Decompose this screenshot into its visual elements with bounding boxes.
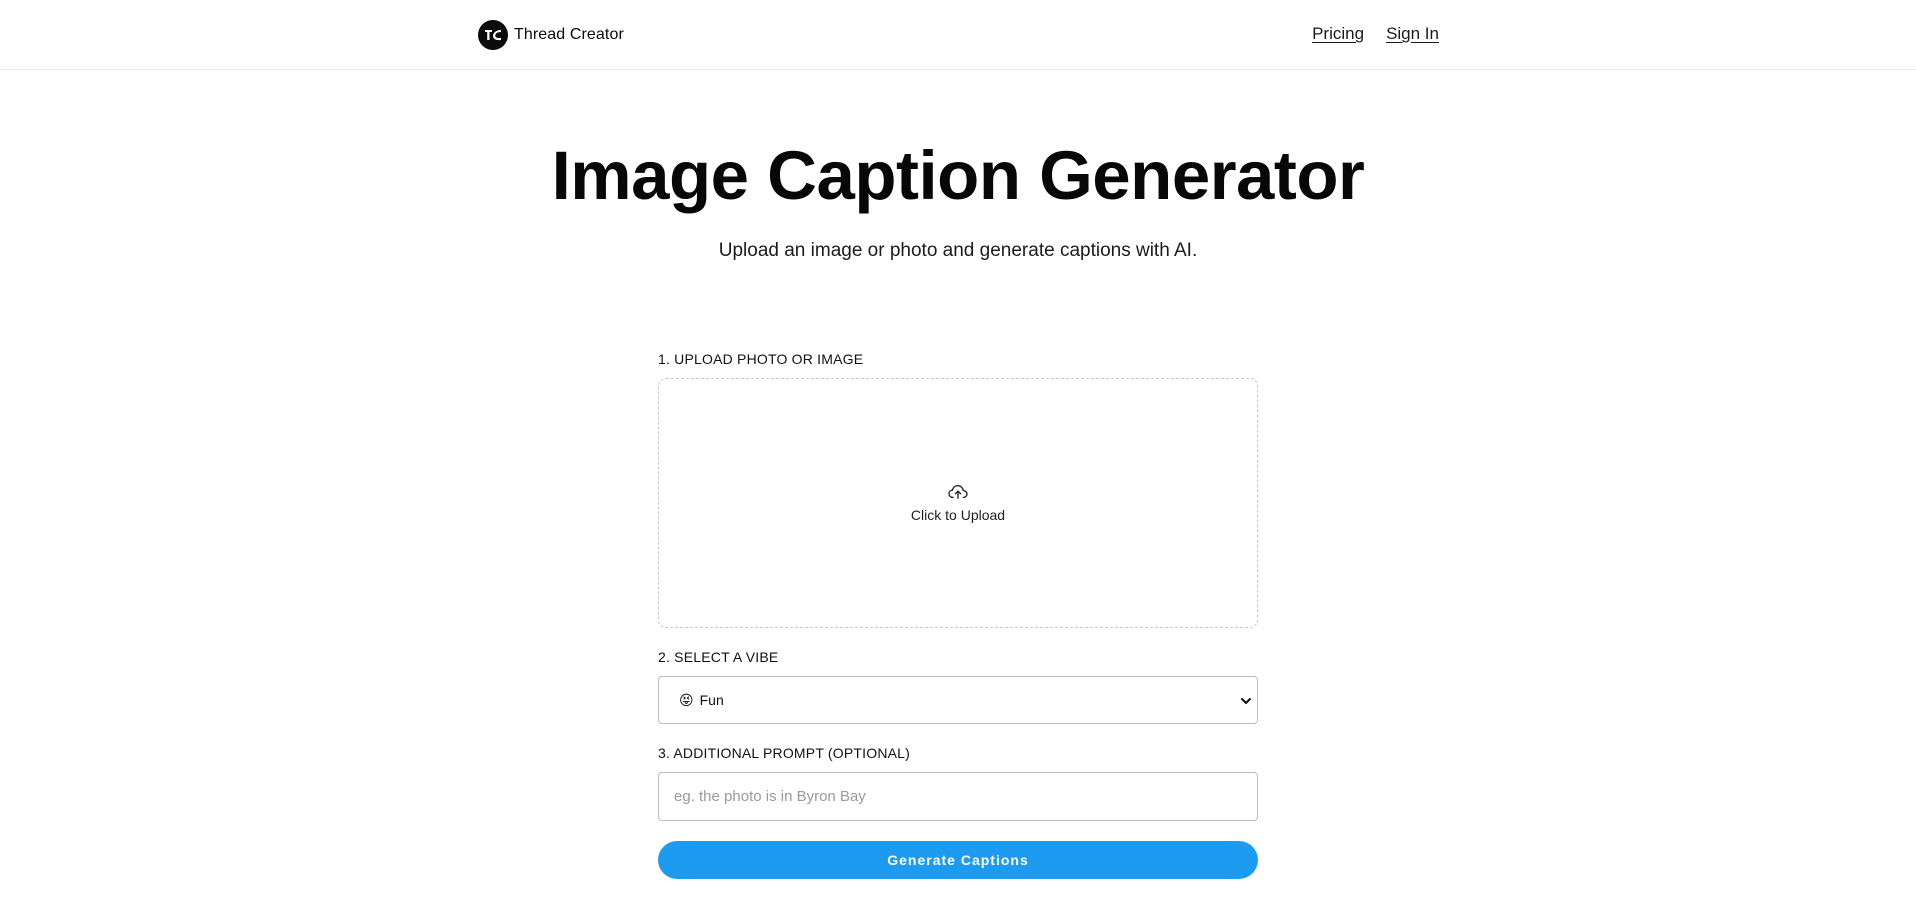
generate-captions-button[interactable]: Generate Captions xyxy=(658,841,1258,879)
vibe-label: 2. SELECT A VIBE xyxy=(658,649,779,665)
cloud-upload-icon xyxy=(948,485,968,499)
chevron-down-icon xyxy=(1241,698,1251,704)
pricing-link[interactable]: Pricing xyxy=(1312,24,1364,44)
upload-label: 1. UPLOAD PHOTO OR IMAGE xyxy=(658,351,864,367)
prompt-label: 3. ADDITIONAL PROMPT (OPTIONAL) xyxy=(658,745,911,761)
brand[interactable]: Thread Creator xyxy=(478,20,624,50)
page-title: Image Caption Generator xyxy=(551,137,1365,214)
brand-name: Thread Creator xyxy=(514,26,624,43)
page-subtitle: Upload an image or photo and generate ca… xyxy=(718,240,1198,261)
vibe-select[interactable]: 😝 Fun xyxy=(658,676,1258,724)
site-header: Thread Creator Pricing Sign In xyxy=(0,0,1916,70)
additional-prompt-input[interactable] xyxy=(658,772,1258,821)
vibe-emoji-icon: 😝 xyxy=(679,691,694,708)
top-nav: Pricing Sign In xyxy=(1312,24,1439,44)
upload-text: Click to Upload xyxy=(910,507,1006,523)
thread-creator-logo-icon xyxy=(478,20,508,50)
caption-form: 1. UPLOAD PHOTO OR IMAGE Click to Upload… xyxy=(658,350,1258,879)
vibe-selected-value: Fun xyxy=(699,692,724,708)
sign-in-link[interactable]: Sign In xyxy=(1386,24,1439,44)
upload-dropzone[interactable]: Click to Upload xyxy=(658,378,1258,628)
